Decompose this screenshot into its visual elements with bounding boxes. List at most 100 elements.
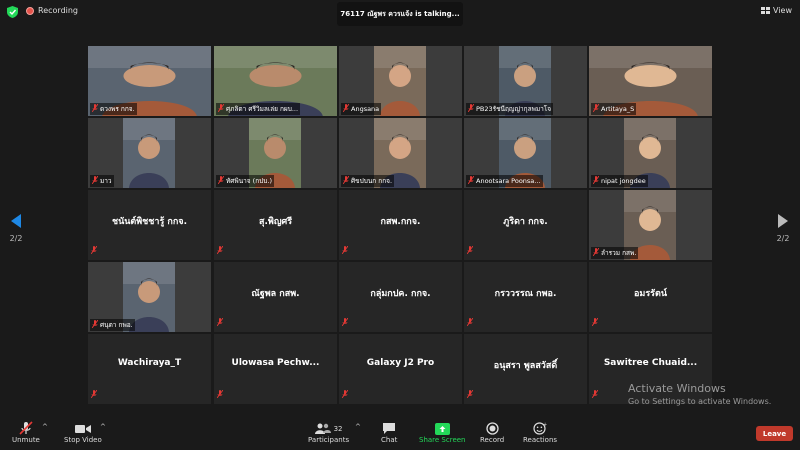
share-screen-icon: [434, 422, 450, 435]
muted-mic-icon: [593, 104, 599, 114]
muted-mic-icon: [343, 104, 349, 114]
participant-tile[interactable]: nipat jongdee: [589, 118, 712, 188]
muted-mic-icon: [217, 311, 223, 330]
meeting-controls-toolbar: Unmute ^ Stop Video ^ 32 Participants ^: [0, 415, 800, 450]
chat-button[interactable]: Chat: [381, 421, 397, 444]
recording-indicator[interactable]: Recording: [26, 6, 78, 15]
participant-name: กรววรรณ กพอ.: [494, 289, 557, 299]
participant-name: Sawitree Chuaid...: [603, 358, 698, 368]
participant-name: กลุ่มกปค. กกจ.: [370, 289, 431, 299]
participant-name: ลำรวม กสพ.: [601, 249, 637, 257]
arrow-right-icon: [778, 214, 788, 228]
participant-video-feed: [123, 118, 175, 188]
muted-mic-icon: [467, 383, 473, 402]
muted-mic-icon: [343, 176, 349, 186]
participant-tile[interactable]: สุ.พิญศรี: [214, 190, 337, 260]
participant-name: Galaxy J2 Pro: [366, 358, 435, 368]
next-page-button[interactable]: 2/2: [773, 214, 793, 243]
participants-label: Participants: [308, 436, 350, 444]
smiley-reaction-icon: +: [533, 422, 547, 435]
participant-tile[interactable]: PB23รัชนีฤญญ่ากุลพมาโจ: [464, 46, 587, 116]
participant-tile[interactable]: กรววรรณ กพอ.: [464, 262, 587, 332]
gallery-grid: ดวงพร กกจ. ศุภลิตา ศรีวิมลเล่ย กผบ... Angs…: [88, 46, 712, 404]
participant-name: อมรรัตน์: [633, 289, 667, 299]
participant-name: ชนันต์พิชชารู้ กกจ.: [111, 217, 188, 227]
participant-tile[interactable]: Ulowasa Pechw...: [214, 334, 337, 404]
muted-mic-icon: [592, 383, 598, 402]
svg-text:+: +: [543, 422, 547, 428]
participant-name: มาว: [100, 177, 112, 185]
participant-name: ณัฐพล กสพ.: [251, 289, 300, 299]
participant-tile[interactable]: อมรรัตน์: [589, 262, 712, 332]
participant-tile[interactable]: กสพ.กกจ.: [339, 190, 462, 260]
participant-name: nipat jongdee: [601, 177, 646, 185]
participant-name-tag: ศนุตา กพอ.: [90, 319, 135, 331]
muted-mic-icon: [92, 176, 98, 186]
participants-button[interactable]: 32 Participants: [308, 421, 349, 444]
audio-options-caret-icon[interactable]: ^: [42, 423, 48, 431]
participant-name-tag: ศุภลิตา ศรีวิมลเล่ย กผบ...: [216, 103, 301, 115]
participant-tile[interactable]: ลำรวม กสพ.: [589, 190, 712, 260]
participant-tile[interactable]: Galaxy J2 Pro: [339, 334, 462, 404]
participant-name-tag: ศิขปบนก กกจ.: [341, 175, 395, 187]
participant-name: ทัศพินาจ (กปบ.): [226, 177, 272, 185]
view-button[interactable]: View: [761, 6, 792, 15]
participant-tile[interactable]: Angsana: [339, 46, 462, 116]
participant-name: กสพ.กกจ.: [380, 217, 421, 227]
muted-mic-icon: [91, 239, 97, 258]
participant-name: ภูริดา กกจ.: [503, 217, 548, 227]
participant-tile[interactable]: ทัศพินาจ (กปบ.): [214, 118, 337, 188]
muted-mic-icon: [217, 383, 223, 402]
unmute-button[interactable]: Unmute: [12, 421, 40, 444]
participant-tile[interactable]: กลุ่มกปค. กกจ.: [339, 262, 462, 332]
grid-view-icon: [761, 6, 771, 14]
participant-name-tag: Anootsara Poonsa...: [466, 175, 543, 187]
leave-meeting-button[interactable]: Leave: [756, 426, 793, 441]
video-options-caret-icon[interactable]: ^: [100, 423, 106, 431]
page-indicator-left: 2/2: [9, 234, 23, 243]
participant-tile[interactable]: ณัฐพล กสพ.: [214, 262, 337, 332]
record-icon: [485, 422, 499, 435]
muted-mic-icon: [92, 104, 98, 114]
reactions-button[interactable]: + Reactions: [523, 421, 557, 444]
participant-tile[interactable]: ศนุตา กพอ.: [88, 262, 211, 332]
participant-name: Ulowasa Pechw...: [231, 358, 320, 368]
participant-name: Anootsara Poonsa...: [476, 177, 541, 185]
muted-mic-icon: [468, 176, 474, 186]
video-camera-icon: [74, 424, 91, 433]
previous-page-button[interactable]: 2/2: [6, 214, 26, 243]
activate-windows-watermark: Activate Windows Go to Settings to activ…: [628, 382, 771, 406]
watermark-subtitle: Go to Settings to activate Windows.: [628, 397, 772, 406]
participant-tile[interactable]: Artitaya_S: [589, 46, 712, 116]
participant-tile[interactable]: ศุภลิตา ศรีวิมลเล่ย กผบ...: [214, 46, 337, 116]
active-speaker-banner: 76117 ณัฐพร ควรแจ้ง is talking...: [337, 2, 463, 26]
participant-name: Wachiraya_T: [117, 358, 182, 368]
participant-tile[interactable]: Wachiraya_T: [88, 334, 211, 404]
meeting-top-bar: Recording 76117 ณัฐพร ควรแจ้ง is talking…: [0, 0, 800, 26]
reactions-label: Reactions: [523, 436, 558, 444]
participant-tile[interactable]: ดวงพร กกจ.: [88, 46, 211, 116]
participant-tile[interactable]: อนุสรา พูลสวัสดิ์: [464, 334, 587, 404]
security-shield-icon[interactable]: [7, 6, 18, 18]
share-screen-label: Share Screen: [419, 436, 466, 444]
participant-name: ดวงพร กกจ.: [100, 105, 135, 113]
participant-tile[interactable]: ชนันต์พิชชารู้ กกจ.: [88, 190, 211, 260]
view-label: View: [773, 6, 792, 15]
stop-video-button[interactable]: Stop Video: [64, 421, 102, 444]
participant-name-tag: Artitaya_S: [591, 103, 637, 115]
muted-mic-icon: [593, 176, 599, 186]
participant-name: Artitaya_S: [601, 105, 635, 113]
record-button[interactable]: Record: [480, 421, 504, 444]
participant-name-tag: nipat jongdee: [591, 175, 648, 187]
participant-tile[interactable]: ศิขปบนก กกจ.: [339, 118, 462, 188]
muted-mic-icon: [593, 248, 599, 258]
participant-tile[interactable]: มาว: [88, 118, 211, 188]
participant-name-tag: มาว: [90, 175, 114, 187]
participant-tile[interactable]: ภูริดา กกจ.: [464, 190, 587, 260]
participant-tile[interactable]: Anootsara Poonsa...: [464, 118, 587, 188]
participants-icon: [314, 423, 331, 434]
participant-name-tag: ลำรวม กสพ.: [591, 247, 639, 259]
muted-mic-icon: [592, 311, 598, 330]
participants-options-caret-icon[interactable]: ^: [355, 423, 361, 431]
share-screen-button[interactable]: Share Screen: [419, 421, 466, 444]
